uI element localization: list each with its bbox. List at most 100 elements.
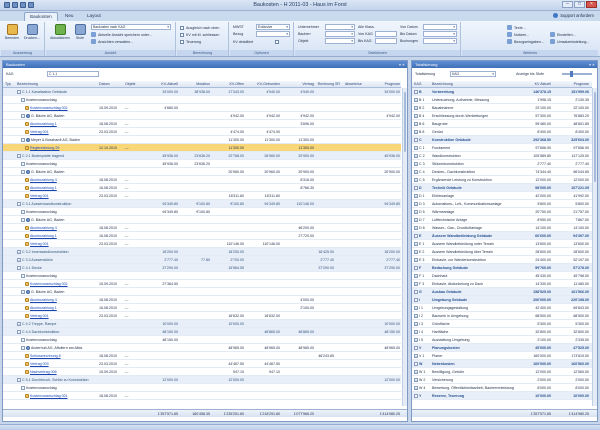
table-row[interactable]: + D 8 Wasser-, Gas-, Druckluftanlage 14'100…: [412, 224, 592, 232]
layout-select[interactable]: Baukosten nach KAG: [91, 24, 171, 30]
bis-datum-input[interactable]: [423, 31, 457, 37]
expand-toggle-icon[interactable]: -: [17, 90, 21, 95]
column-header[interactable]: Objekt: [125, 81, 142, 88]
table-row[interactable]: + D 1 Elektroanlage 42'000.00 41'992.00: [412, 192, 592, 200]
table-row[interactable]: + B 6 Baugrube 59'480.00 48'801.85: [412, 120, 592, 128]
table-row[interactable]: + B 4 Erschliessung durch Werkleitungen 57'…: [412, 112, 592, 120]
table-row[interactable]: Kostenvoranschlag 002 15.09.2010 --- 4'680.…: [3, 104, 401, 112]
table-row[interactable]: + C 3.2 Innenwandkonstruktion 18'200.00 18'…: [3, 248, 401, 256]
table-row[interactable]: + C 4 Decken-, Dachkonstruktion 74'344.40 66…: [412, 168, 592, 176]
buchungen-select[interactable]: [423, 38, 457, 44]
expand-toggle-icon[interactable]: +: [414, 210, 418, 215]
table-row[interactable]: - Meyer & Bosshardt AG, Baden 11'300.00 11'…: [3, 136, 401, 144]
panel-pin-icon[interactable]: ▾ ✕: [399, 62, 405, 69]
von-kag-input[interactable]: [375, 31, 397, 37]
objekt-select[interactable]: [325, 38, 355, 44]
expand-toggle-icon[interactable]: -: [414, 186, 418, 191]
document-link[interactable]: Vertrag 001: [30, 314, 49, 318]
table-row[interactable]: - V Planungskosten 45'000.00 47'525.00: [412, 344, 592, 352]
expand-toggle-icon[interactable]: +: [17, 322, 21, 327]
totalisierung-select[interactable]: KAG: [450, 71, 496, 77]
document-link[interactable]: Regierechnung 29: [30, 146, 59, 150]
table-row[interactable]: Vertrag 001 23.03.2010 --- 18'311.60 18'311.…: [3, 192, 401, 200]
table-row[interactable]: - E Äussere Wandbekleidung Gebäude 66'600.0…: [412, 232, 592, 240]
expand-toggle-icon[interactable]: +: [414, 226, 418, 231]
table-row[interactable]: Kostenvoranschlag 001 18.08.2010 ---: [3, 392, 401, 400]
table-row[interactable]: -C 5.1 Durchbruch, Schlitz zu Konstrukti…: [3, 376, 401, 384]
expand-toggle-icon[interactable]: -: [414, 138, 418, 143]
expand-toggle-icon[interactable]: -: [17, 330, 21, 335]
table-row[interactable]: - Kostenvoranschlag: [3, 384, 401, 392]
table-row[interactable]: - W Nebenkosten 160'000.00 160'560.00: [412, 360, 592, 368]
expand-toggle-icon[interactable]: +: [414, 122, 418, 127]
table-row[interactable]: + C 2 Wandkonstruktion 105'589.80 147'125.00: [412, 152, 592, 160]
expand-toggle-icon[interactable]: -: [17, 202, 21, 207]
table-row[interactable]: Akontozahlung 4 18.08.2010 --- 8'316.00: [3, 176, 401, 184]
table-row[interactable]: + C 3.3 Aussenstütze 2'777.40 77.80 2'700.00…: [3, 256, 401, 264]
column-header[interactable]: Bezeichnung: [432, 81, 515, 88]
table-row[interactable]: Schlussrechnung 8 18.08.2010 --- 48'243.65: [3, 352, 401, 360]
table-row[interactable]: + F 1 Dachhaut 45'430.00 45'798.00: [412, 272, 592, 280]
document-link[interactable]: Akontozahlung 4: [30, 226, 57, 230]
table-row[interactable]: Vertrag 003 23.03.2010 --- 44'467.50 44'467.…: [3, 360, 401, 368]
document-link[interactable]: Akontozahlung 1: [30, 186, 57, 190]
column-header[interactable]: Abweichung: [345, 81, 362, 88]
expand-toggle-icon[interactable]: -: [21, 386, 25, 391]
expand-toggle-icon[interactable]: -: [21, 274, 25, 279]
expand-toggle-icon[interactable]: +: [414, 338, 418, 343]
table-row[interactable]: - Kostenvoranschlag 94'349.80 €'100.80: [3, 208, 401, 216]
table-row[interactable]: + I 3 Grünfläche 5'300.00 5'300.00: [412, 320, 592, 328]
table-row[interactable]: + B 1 Untersuchung, Aufnahme, Messung 1'998…: [412, 96, 592, 104]
expand-toggle-icon[interactable]: +: [414, 322, 418, 327]
bauherr-select[interactable]: [325, 31, 355, 37]
table-row[interactable]: Akontozahlung 4 18.08.2010 --- 4'000.00: [3, 296, 401, 304]
expand-toggle-icon[interactable]: -: [414, 290, 418, 295]
table-row[interactable]: + D 3 Automations-, Leit-, Kommunikationsa…: [412, 200, 592, 208]
table-row[interactable]: - C Konstruktion Gebäude 292'368.50 325'604.…: [412, 136, 592, 144]
table-row[interactable]: + I 2 Bauwerk in Umgebung 68'500.00 68'500.0…: [412, 312, 592, 320]
expand-toggle-icon[interactable]: -: [21, 170, 25, 175]
beenden-button[interactable]: Beenden: [3, 24, 21, 40]
stufe-slider[interactable]: [562, 71, 592, 77]
column-header[interactable]: Prognose: [552, 81, 589, 88]
expand-toggle-icon[interactable]: +: [414, 162, 418, 167]
scroll-thumb[interactable]: [594, 92, 596, 182]
column-header[interactable]: Datum: [99, 81, 124, 88]
tab-layout[interactable]: Layout: [82, 12, 106, 21]
table-row[interactable]: + D 7 Lufttechnische Anlage 8'950.00 7'867.0…: [412, 216, 592, 224]
aktualisieren-button[interactable]: Aktualisieren: [48, 24, 72, 40]
expand-toggle-icon[interactable]: +: [414, 386, 418, 391]
expand-toggle-icon[interactable]: +: [414, 370, 418, 375]
table-row[interactable]: - I Umgebung Gebäude 206'000.00 220'198.00: [412, 296, 592, 304]
table-row[interactable]: Akontozahlung 1 16.08.2010 --- 27'720.00: [3, 232, 401, 240]
expand-toggle-icon[interactable]: -: [21, 138, 25, 143]
column-header[interactable]: Typ: [5, 81, 16, 88]
column-header[interactable]: KV-Gebunden: [245, 81, 280, 88]
expand-toggle-icon[interactable]: -: [21, 338, 25, 343]
expand-toggle-icon[interactable]: +: [414, 154, 418, 159]
expand-toggle-icon[interactable]: +: [414, 130, 418, 135]
expand-toggle-icon[interactable]: -: [21, 346, 25, 351]
scroll-thumb[interactable]: [404, 92, 406, 152]
table-row[interactable]: - Kostenvoranschlag 45'936.00 23'636.20: [3, 160, 401, 168]
umsatz-button[interactable]: Umsatzeinstellung...: [550, 38, 589, 45]
table-row[interactable]: + E 2 Äussere Wandbekleidung über Terrain 2…: [412, 248, 592, 256]
expand-toggle-icon[interactable]: +: [414, 98, 418, 103]
document-link[interactable]: Akontozahlung 4: [30, 298, 57, 302]
table-row[interactable]: + D 5 Wärmeanlage 20'750.00 21'757.00: [412, 208, 592, 216]
bis-kag-input[interactable]: [375, 38, 397, 44]
document-link[interactable]: Akontozahlung 1: [30, 306, 57, 310]
expand-toggle-icon[interactable]: -: [414, 90, 418, 95]
expand-toggle-icon[interactable]: +: [414, 274, 418, 279]
vertical-scrollbar[interactable]: [402, 88, 407, 406]
table-row[interactable]: - B Vorbereitung 146'378.15 151'999.06: [412, 88, 592, 96]
document-link[interactable]: Kostenvoranschlag 002: [30, 106, 68, 110]
document-link[interactable]: Kostenvoranschlag 001: [30, 394, 68, 398]
table-row[interactable]: + I 5 Ausstattung Umgebung 2'100.00 2'335.00: [412, 336, 592, 344]
table-row[interactable]: -C 2.1 Bodenplatte tragend 45'936.00 23'63…: [3, 152, 401, 160]
kv-mit-checkbox[interactable]: KV mit M. schliessen: [180, 31, 219, 38]
table-row[interactable]: - G. Bäche AG, Baden 20'960.00 20'960.00 20'…: [3, 168, 401, 176]
table-row[interactable]: - Anderhub AG, Affoltern am Albis 48'965.0…: [3, 344, 401, 352]
table-row[interactable]: + V 1 Planer 160'000.00 173'819.00: [412, 352, 592, 360]
expand-toggle-icon[interactable]: -: [21, 98, 25, 103]
